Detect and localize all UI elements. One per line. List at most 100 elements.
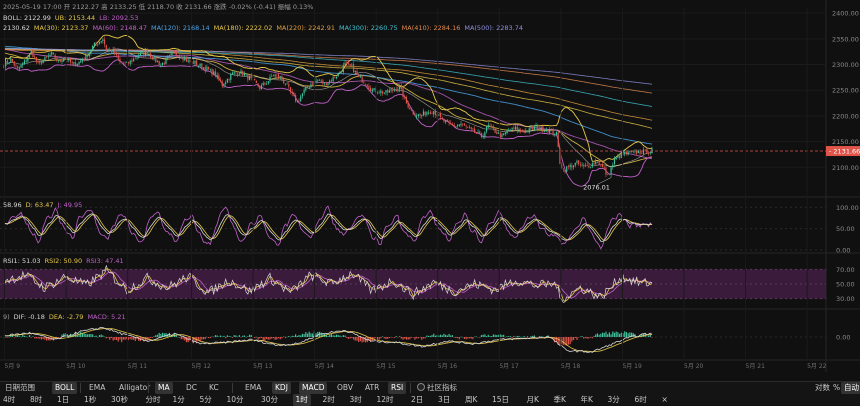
candle-body [189, 60, 191, 62]
candle-body [197, 65, 199, 67]
candle-body [71, 62, 73, 64]
macd-histogram-bar [95, 335, 97, 337]
candle-body [233, 72, 235, 74]
indicator-5[interactable]: KC [206, 382, 222, 394]
indicator-10[interactable]: ATR [362, 382, 382, 394]
ma180-line [4, 48, 653, 129]
timeframe-6[interactable]: 1分 [170, 394, 188, 406]
candle-body [39, 61, 41, 63]
candle-body [320, 80, 322, 82]
timeframe-5[interactable]: 分时 [143, 394, 164, 406]
macd-histogram-bar [221, 336, 223, 338]
macd-histogram-bar [477, 337, 479, 338]
timeframe-1[interactable]: 8时 [27, 394, 45, 406]
macd-histogram-bar [424, 337, 426, 339]
timeframe-9[interactable]: 30分 [258, 394, 281, 406]
macd-histogram-bar [301, 333, 304, 337]
macd-histogram-bar [124, 337, 126, 340]
macd-histogram-bar [90, 334, 92, 337]
macd-histogram-bar [521, 336, 523, 338]
macd-histogram-bar [555, 337, 558, 342]
indicator-7[interactable]: KDJ [272, 382, 291, 394]
candle-body [242, 71, 244, 76]
indicator-11[interactable]: RSI [388, 382, 407, 394]
candle-body [155, 56, 157, 63]
timeframe-12[interactable]: 3时 [347, 394, 365, 406]
timeframe-8[interactable]: 10分 [224, 394, 247, 406]
timeframe-14[interactable]: 2日 [408, 394, 426, 406]
chart-stage[interactable]: 2400.00 2350.00 2300.00 2250.00 2200.00 2150.… [0, 0, 860, 406]
candle-body [177, 55, 179, 58]
candle-body [52, 52, 55, 55]
candle-body [276, 74, 278, 76]
candle-body [95, 42, 97, 44]
candle-body [143, 51, 145, 55]
macd-histogram-bar [525, 337, 527, 338]
timeframe-15[interactable]: 3日 [435, 394, 453, 406]
timeframe-3[interactable]: 1秒 [81, 394, 99, 406]
candle-body [238, 73, 240, 75]
timeframe-16[interactable]: 周K [462, 394, 480, 406]
macd-histogram-bar [475, 336, 477, 338]
timeframe-7[interactable]: 5分 [197, 394, 215, 406]
macd-histogram-bar [271, 337, 273, 339]
candle-body [115, 53, 118, 55]
timeframe-4[interactable]: 30秒 [108, 394, 131, 406]
timeframe-10[interactable]: 1时 [292, 394, 311, 406]
indicator-3[interactable]: MA [155, 382, 173, 394]
candle-body [214, 71, 217, 77]
macd-histogram-bar [180, 337, 182, 340]
ma-value-6: MA(300): 2260.75 [339, 24, 398, 32]
macd-histogram-bar [8, 337, 10, 338]
macd-histogram-bar [445, 334, 447, 337]
candle-body [492, 126, 495, 129]
candle-body [342, 65, 344, 73]
candle-body [245, 73, 247, 75]
candle-body [230, 74, 232, 80]
timeframe-23[interactable]: × [659, 394, 671, 406]
candle-body [121, 61, 123, 63]
rsi-value-2: RSI3: 47.41 [86, 257, 124, 265]
candle-body [68, 58, 70, 61]
timeframe-17[interactable]: 15日 [489, 394, 512, 406]
timeframe-20[interactable]: 年K [578, 394, 596, 406]
candle-body [300, 96, 302, 102]
candle-body [410, 109, 413, 111]
indicator-12[interactable]: 社区指标 [414, 382, 460, 394]
macd-histogram-bar [417, 337, 419, 339]
candle-body [615, 157, 617, 160]
timeframe-22[interactable]: 6时 [632, 394, 650, 406]
candle-body [392, 89, 394, 91]
macd-histogram-bar [274, 337, 276, 340]
candle-body [51, 52, 53, 55]
indicator-6[interactable]: EMA [242, 382, 264, 394]
chart-canvas[interactable]: 2400.00 2350.00 2300.00 2250.00 2200.00 2150.… [0, 0, 860, 405]
auto-scale-toggle[interactable]: 自动 [841, 382, 860, 394]
candle-body [352, 64, 355, 73]
indicator-8[interactable]: MACD [299, 382, 328, 394]
timeframe-11[interactable]: 2时 [320, 394, 338, 406]
timeframe-21[interactable]: 3分 [605, 394, 623, 406]
indicator-0[interactable]: BOLL [52, 382, 78, 394]
time-tick-label: 5月 12 [192, 363, 212, 370]
macd-histogram-bar [335, 334, 338, 337]
indicator-9[interactable]: OBV [334, 382, 356, 394]
macd-histogram-bar [485, 336, 488, 337]
macd-histogram-bar [300, 335, 302, 337]
timeframe-13[interactable]: 12时 [374, 394, 397, 406]
date-range-button[interactable]: 日期范围 [2, 382, 38, 394]
candle-body [56, 58, 58, 61]
timeframe-18[interactable]: 月K [524, 394, 542, 406]
macd-histogram-bar [211, 336, 213, 338]
timeframe-0[interactable]: 4时 [0, 394, 18, 406]
indicator-4[interactable]: DC [183, 382, 200, 394]
timeframe-19[interactable]: 季K [551, 394, 569, 406]
macd-histogram-bar [537, 337, 539, 338]
indicator-1[interactable]: EMA [86, 382, 108, 394]
macd-histogram-bar [520, 336, 522, 338]
candle-body [194, 61, 196, 64]
timeframe-2[interactable]: 1日 [54, 394, 72, 406]
candle-body [642, 149, 645, 154]
candle-body [605, 167, 607, 175]
macd-histogram-bar [414, 337, 416, 340]
